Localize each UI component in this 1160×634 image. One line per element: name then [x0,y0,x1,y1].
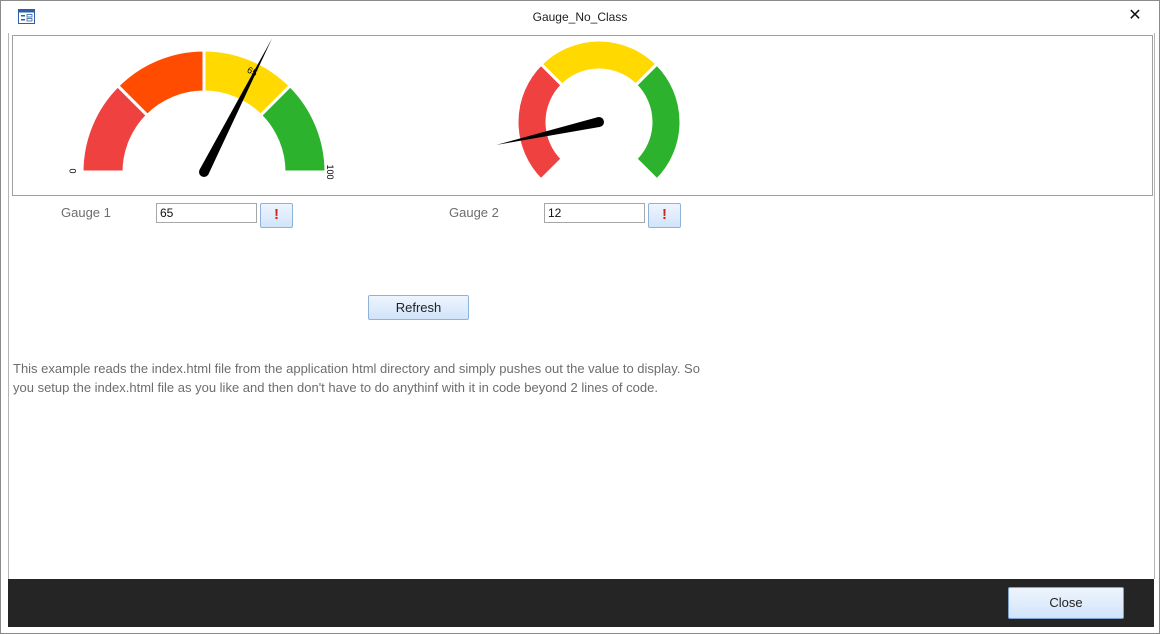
gauge2-label: Gauge 2 [449,205,499,220]
refresh-button[interactable]: Refresh [368,295,469,320]
gauge2-band-3 [633,61,683,183]
set-gauge1-button[interactable]: ! [260,203,293,228]
gauge2-needle-hub [594,117,604,127]
gauge1-max-label: 100 [325,164,335,179]
exclamation-icon: ! [274,206,279,223]
gauge2-band-1 [515,61,565,183]
close-icon[interactable]: ✕ [1121,5,1149,27]
window-title: Gauge_No_Class [532,10,628,24]
gauge-web-browser: 0 100 65 [12,35,1153,196]
form-window: Gauge_No_Class ✕ 010065 Gauge 1 ! Gauge … [0,0,1160,634]
footer-bar: Close [8,579,1154,627]
exclamation-icon: ! [662,206,667,223]
set-gauge2-button[interactable]: ! [648,203,681,228]
gauge1-input[interactable] [156,203,257,223]
gauge1-needle-hub [199,167,209,177]
close-button[interactable]: Close [1008,587,1124,619]
description-text: This example reads the index.html file f… [13,361,700,395]
gauge2-band-2 [538,38,660,88]
gauge2-input[interactable] [544,203,645,223]
title-bar: Gauge_No_Class ✕ [1,1,1159,33]
gauge-canvas: 0 10065 [68,38,683,183]
gauge1-label: Gauge 1 [61,205,111,220]
gauge1-min-label: 0 [68,168,78,173]
